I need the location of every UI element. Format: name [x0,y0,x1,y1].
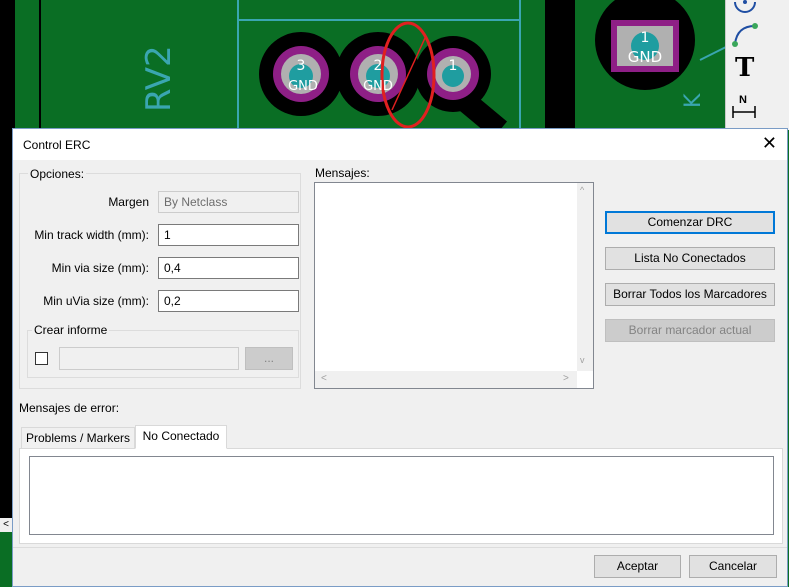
report-path-input[interactable] [59,347,239,370]
pad-2-number: 2 [374,58,383,74]
start-drc-button[interactable]: Comenzar DRC [605,211,775,234]
cancel-button[interactable]: Cancelar [689,555,777,578]
tab-problems-markers[interactable]: Problems / Markers [21,427,135,449]
vertical-scrollbar[interactable]: ^ v [577,183,593,371]
min-track-input[interactable]: 1 [158,224,299,246]
control-erc-dialog: Control ERC ✕ Opciones: Margen By Netcla… [12,128,788,587]
messages-label: Mensajes: [315,166,370,180]
scroll-down-icon[interactable]: v [580,355,585,365]
pad-1-number: 1 [449,58,458,74]
circle-tool-icon[interactable] [731,0,763,16]
dialog-titlebar: Control ERC ✕ [13,129,787,160]
clear-current-marker-button[interactable]: Borrar marcador actual [605,319,775,342]
min-via-input[interactable]: 0,4 [158,257,299,279]
min-uvia-label: Min uVia size (mm): [43,294,149,308]
clear-all-markers-button[interactable]: Borrar Todos los Marcadores [605,283,775,306]
errors-list-box[interactable] [29,456,774,535]
text-tool-icon[interactable]: T [735,54,757,82]
report-label: Crear informe [32,323,110,337]
footer-divider [13,547,787,548]
horizontal-scrollbar[interactable]: < > [315,371,577,388]
min-track-label: Min track width (mm): [34,228,149,242]
pad-2-net: GND [363,79,393,94]
dimension-tool-icon[interactable]: N [731,92,757,122]
scroll-left-icon[interactable]: < [321,373,327,384]
pad-3-number: 3 [297,58,306,74]
options-label: Opciones: [28,167,87,181]
arc-tool-icon[interactable] [731,22,763,50]
tab-no-conectado[interactable]: No Conectado [135,425,227,449]
browse-button[interactable]: ... [245,347,293,370]
scroll-left-arrow-icon[interactable]: < [0,518,12,532]
corner-letter: K [681,93,706,108]
ok-button[interactable]: Aceptar [594,555,681,578]
dialog-title: Control ERC [23,138,91,152]
ref-label: RV2 [139,45,179,112]
report-checkbox[interactable] [35,352,48,365]
right-toolbar: T N [725,0,789,130]
min-via-label: Min via size (mm): [51,261,149,275]
close-icon[interactable]: ✕ [762,134,777,152]
scroll-up-icon[interactable]: ^ [580,185,584,195]
pad-3-net: GND [288,79,318,94]
pad-gnd-number: 1 [641,30,650,46]
left-edge-canvas [0,128,12,518]
margin-field[interactable]: By Netclass [158,191,299,213]
unconnected-list-button[interactable]: Lista No Conectados [605,247,775,270]
messages-box[interactable]: ^ v < > [314,182,594,389]
errors-label: Mensajes de error: [19,401,120,415]
pad-gnd-net: GND [628,48,662,66]
min-uvia-input[interactable]: 0,2 [158,290,299,312]
margin-label: Margen [108,195,149,209]
errors-panel [19,448,783,544]
scroll-right-icon[interactable]: > [563,373,569,384]
